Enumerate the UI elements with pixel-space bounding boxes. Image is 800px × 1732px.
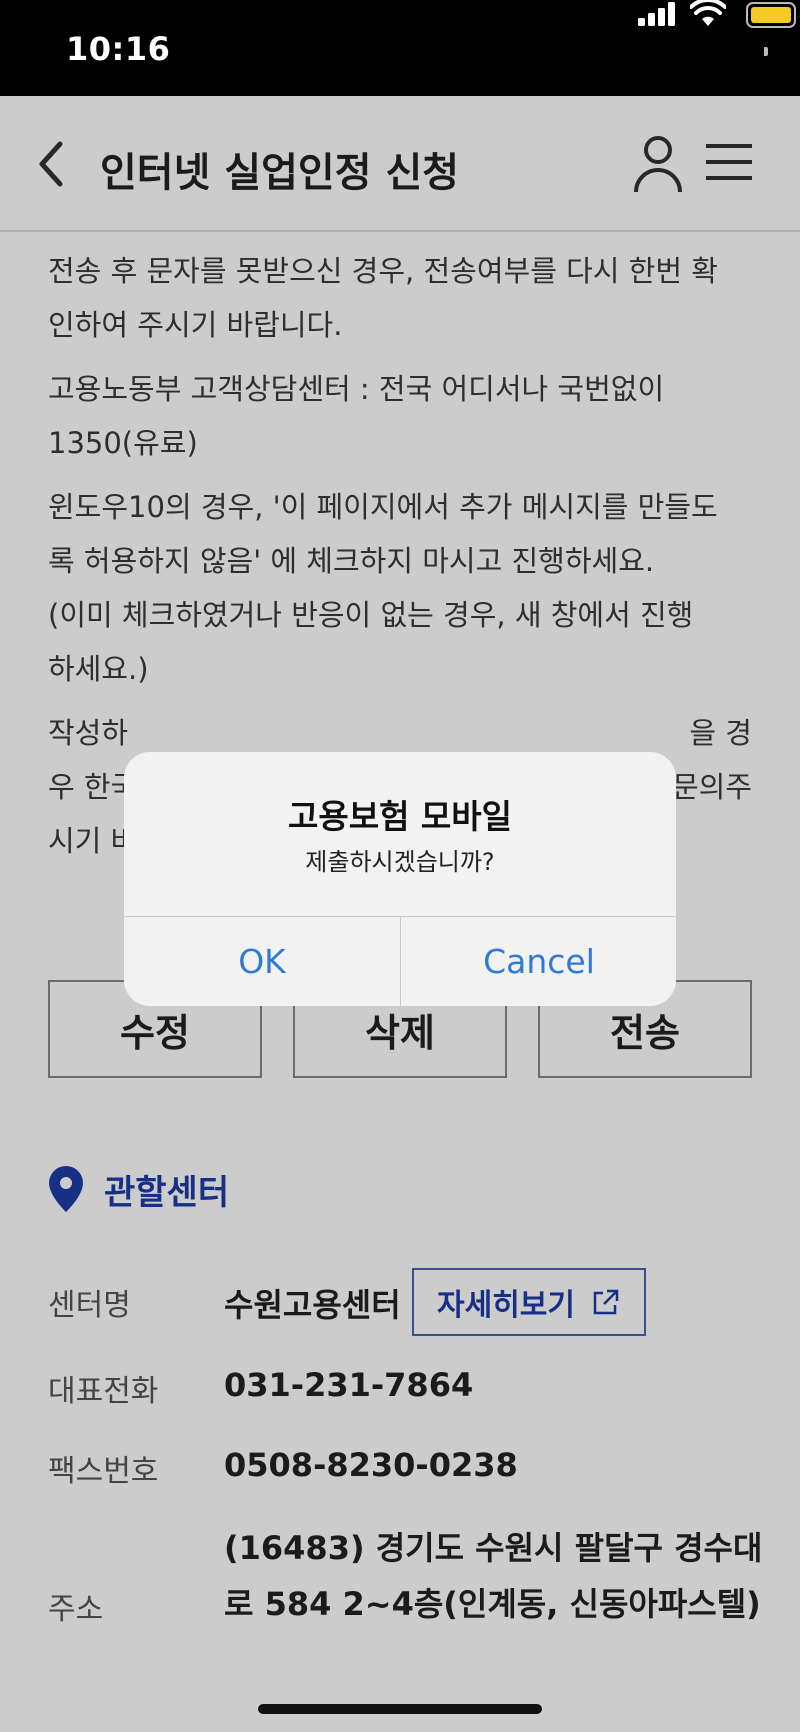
home-indicator[interactable]: [258, 1704, 542, 1714]
confirm-alert: 고용보험 모바일 제출하시겠습니까? OK Cancel: [124, 752, 676, 1006]
status-bar: 10:16: [0, 0, 800, 96]
status-time: 10:16: [66, 30, 171, 68]
alert-ok-button[interactable]: OK: [124, 917, 400, 1006]
signal-icon: [638, 2, 676, 26]
wifi-icon: [690, 0, 726, 26]
alert-cancel-button[interactable]: Cancel: [401, 917, 676, 1006]
battery-icon: [746, 2, 796, 28]
alert-message: 제출하시겠습니까?: [305, 848, 495, 876]
alert-title: 고용보험 모바일: [287, 797, 512, 836]
